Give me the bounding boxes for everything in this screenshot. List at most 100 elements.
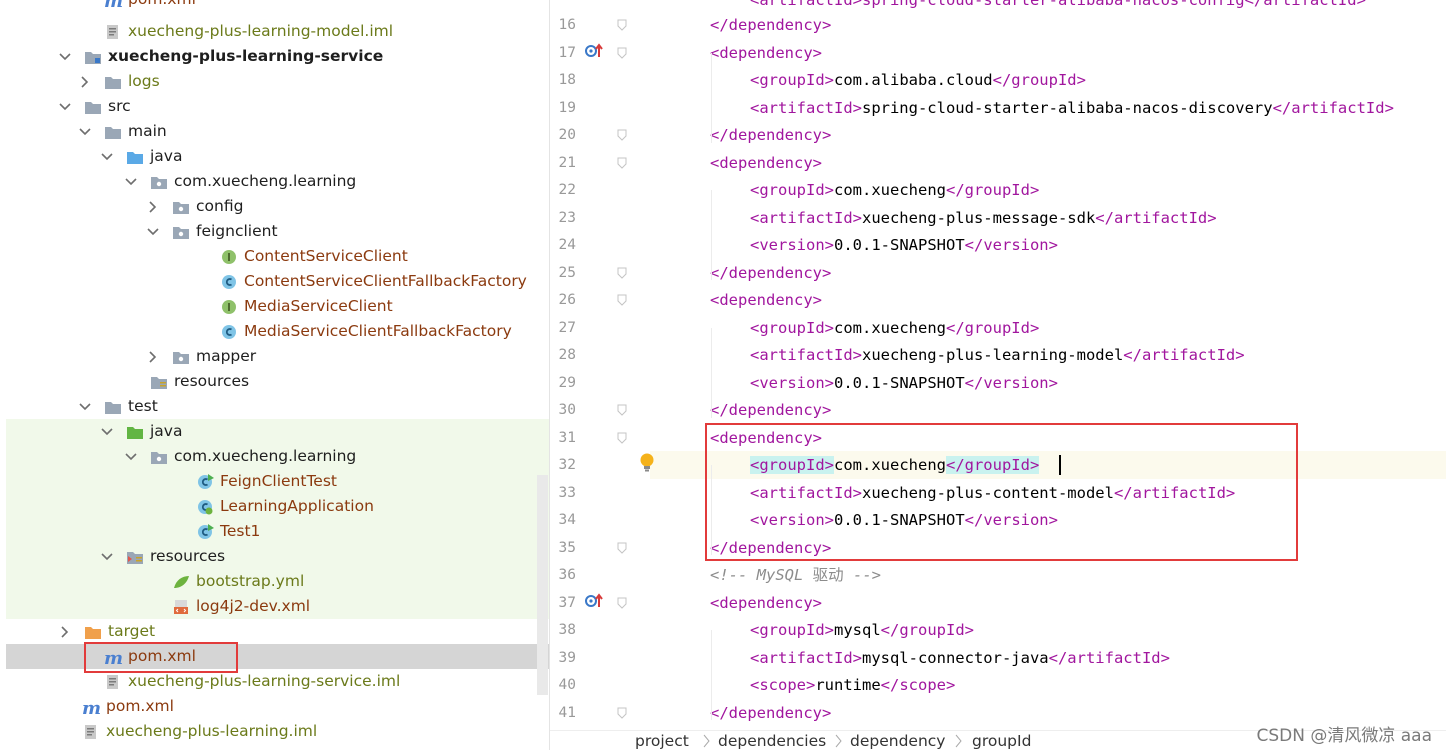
tree-row[interactable]: mpom.xml [0,0,549,12]
tree-row[interactable]: logs [0,69,549,94]
code-line: <dependency> [710,153,822,173]
fold-marker-icon[interactable] [617,542,627,554]
chevron-down-icon[interactable] [58,50,72,64]
xml-tag: <artifactId> [750,346,862,364]
csdn-watermark: CSDN @清风微凉 aaa [1256,726,1432,746]
breadcrumb-separator-icon [955,734,962,748]
tree-row[interactable]: log4j2-dev.xml [0,594,549,619]
xml-text: spring-cloud-starter-alibaba-nacos-disco… [861,98,1273,117]
fold-marker-icon[interactable] [617,47,627,59]
chevron-down-icon[interactable] [78,400,92,414]
override-gutter-icon[interactable] [583,592,605,610]
tree-row[interactable]: resources [0,544,549,569]
chevron-down-icon[interactable] [124,175,138,189]
chevron-right-icon[interactable] [146,200,160,214]
xml-tag: <dependency> [710,153,822,172]
iml-file-icon [104,674,122,690]
folder-icon [84,99,102,115]
xml-tag: </artifactId> [1048,648,1170,667]
code-line: <artifactId>xuecheng-plus-learning-model… [710,345,1245,365]
fold-marker-icon[interactable] [617,267,627,279]
breadcrumb-item-dependencies[interactable]: dependencies [718,731,826,751]
code-line: <dependency> [710,43,822,63]
line-number: 33 [558,484,576,501]
fold-marker-icon[interactable] [617,707,627,719]
breadcrumb-item-groupid[interactable]: groupId [972,731,1031,751]
text-caret [1059,455,1061,475]
chevron-right-icon[interactable] [78,75,92,89]
chevron-down-icon[interactable] [146,225,160,239]
code-line: <scope>runtime</scope> [710,675,955,695]
tree-row[interactable]: com.xuecheng.learning [0,444,549,469]
tree-item-label: Test1 [220,522,261,540]
tree-row[interactable]: ContentServiceClientFallbackFactory [0,269,549,294]
fold-marker-icon[interactable] [617,129,627,141]
package-icon [150,449,168,465]
tree-row[interactable]: resources [0,369,549,394]
fold-marker-icon[interactable] [617,404,627,416]
project-tree-panel[interactable]: mpom.xml xuecheng-plus-learning-model.iml… [0,0,550,750]
override-gutter-icon[interactable] [583,42,605,60]
tree-row[interactable]: mpom.xml [0,694,549,719]
tree-row[interactable]: xuecheng-plus-learning-service.iml [0,669,549,694]
tree-row[interactable]: LearningApplication [0,494,549,519]
chevron-right-icon[interactable] [58,625,72,639]
xml-comment: --> [843,566,881,584]
tree-row[interactable]: java [0,144,549,169]
code-line: <groupId>mysql</groupId> [710,620,974,640]
line-number: 16 [558,17,576,33]
tree-row[interactable]: test [0,394,549,419]
tree-row[interactable]: Test1 [0,519,549,544]
tree-row[interactable]: java [0,419,549,444]
tree-row[interactable]: src [0,94,549,119]
spring-class-icon [196,499,214,515]
tree-row[interactable]: target [0,619,549,644]
tree-row[interactable]: feignclient [0,219,549,244]
resources-folder-icon [150,374,168,390]
tree-item-label: java [150,422,183,440]
tree-row[interactable]: xuecheng-plus-learning-service [0,44,549,69]
tree-row[interactable]: MediaServiceClientFallbackFactory [0,319,549,344]
breadcrumb-item-project[interactable]: project [635,731,689,751]
tree-item-label: com.xuecheng.learning [174,172,357,190]
xml-tag: </groupId> [945,318,1040,337]
tree-item-label: FeignClientTest [220,472,337,490]
chevron-down-icon[interactable] [100,425,114,439]
tree-row[interactable]: xuecheng-plus-learning-model.iml [0,19,549,44]
xml-tag: </groupId> [945,181,1040,199]
partial-top-line: <artifactId>spring-cloud-starter-alibaba… [750,0,1366,9]
tree-row[interactable]: com.xuecheng.learning [0,169,549,194]
tree-row[interactable]: ContentServiceClient [0,244,549,269]
tree-scrollbar[interactable] [537,475,548,695]
tree-item-label: config [196,197,244,215]
tree-row[interactable]: MediaServiceClient [0,294,549,319]
tree-row[interactable]: main [0,119,549,144]
xml-tag: </artifactId> [1272,98,1394,117]
tree-row[interactable]: xuecheng-plus-learning.iml [0,719,549,744]
tree-item-label: logs [128,72,160,90]
chevron-right-icon[interactable] [146,350,160,364]
fold-marker-icon[interactable] [617,432,627,444]
tree-item-label: test [128,397,158,415]
xml-comment: 驱动 [812,566,844,584]
xml-tag: <groupId> [750,71,834,89]
chevron-down-icon[interactable] [100,550,114,564]
chevron-down-icon[interactable] [58,100,72,114]
indent-guide [711,52,712,143]
tree-row[interactable]: FeignClientTest [0,469,549,494]
lightbulb-icon[interactable] [639,452,655,474]
fold-marker-icon[interactable] [617,597,627,609]
tree-row[interactable]: bootstrap.yml [0,569,549,594]
fold-marker-icon[interactable] [617,19,627,31]
chevron-down-icon[interactable] [78,125,92,139]
line-number: 19 [558,99,576,116]
breadcrumb-separator-icon [703,734,710,748]
fold-marker-icon[interactable] [617,294,627,306]
tree-row[interactable]: config [0,194,549,219]
fold-marker-icon[interactable] [617,157,627,169]
chevron-down-icon[interactable] [124,450,138,464]
tree-row[interactable]: mapper [0,344,549,369]
chevron-down-icon[interactable] [100,150,114,164]
code-editor[interactable]: 16 17 18 19 20 21 22 23 24 25 26 27 28 29 30 31 32 33 34 35… [550,0,1446,730]
breadcrumb-item-dependency[interactable]: dependency [850,731,945,751]
